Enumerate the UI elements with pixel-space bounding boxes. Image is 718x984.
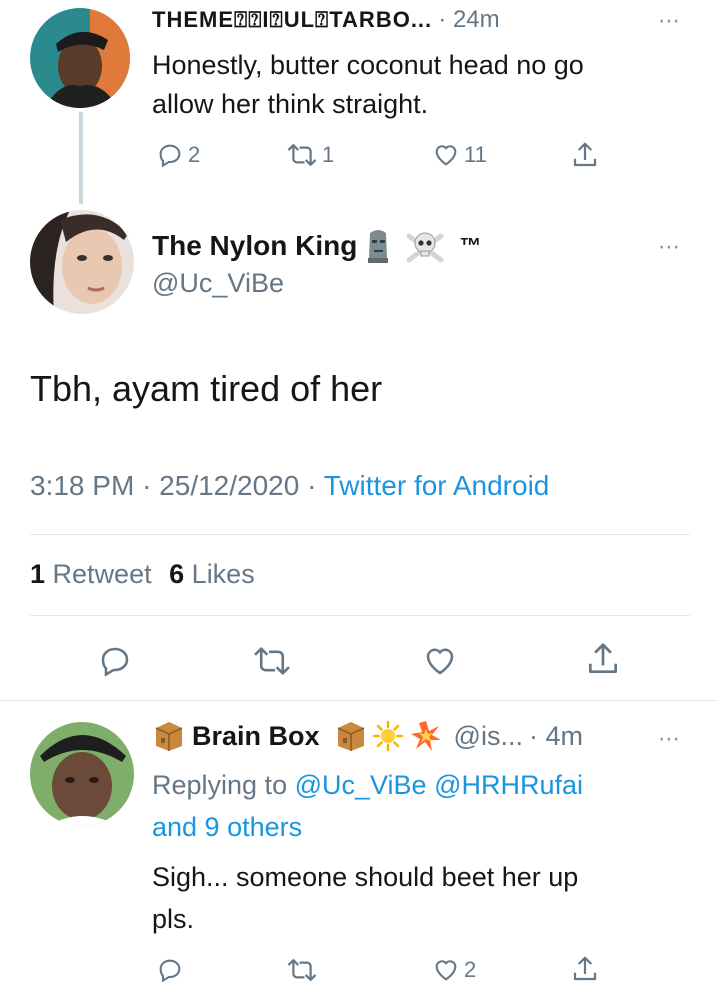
reply-reply-button[interactable] bbox=[156, 956, 184, 984]
retweet-stat[interactable]: 1 Retweet bbox=[30, 559, 159, 589]
collision-emoji-icon bbox=[410, 721, 441, 751]
tweet1-retweet-button[interactable]: 1 bbox=[286, 141, 334, 169]
main-date[interactable]: 25/12/2020 bbox=[159, 470, 299, 501]
like-stat[interactable]: 6 Likes bbox=[169, 559, 255, 589]
replying-others[interactable]: and 9 others bbox=[152, 806, 583, 848]
sun-emoji-icon bbox=[372, 720, 403, 752]
reply-like-count: 2 bbox=[464, 957, 477, 982]
reply-time[interactable]: · 4m bbox=[529, 721, 583, 752]
main-display-name[interactable]: The Nylon King bbox=[152, 230, 357, 262]
main-author-row: The Nylon King ™ bbox=[152, 228, 481, 264]
reply-more-icon[interactable]: ⋯ bbox=[658, 728, 681, 750]
retweet-label: Retweet bbox=[52, 559, 152, 589]
tweet1-reply-count: 2 bbox=[188, 142, 201, 167]
replying-users[interactable]: @Uc_ViBe @HRHRufai bbox=[295, 770, 583, 800]
main-stats: 1 Retweet 6 Likes bbox=[30, 559, 255, 590]
replying-to: Replying to @Uc_ViBe @HRHRufai and 9 oth… bbox=[152, 764, 583, 848]
like-count: 6 bbox=[169, 559, 185, 589]
main-like-button[interactable] bbox=[421, 643, 459, 679]
reply-text-line2: pls. bbox=[152, 904, 195, 934]
reply-icon bbox=[159, 959, 181, 983]
share-icon bbox=[588, 643, 618, 674]
reply-icon bbox=[159, 144, 181, 168]
main-reply-button[interactable] bbox=[97, 643, 133, 679]
reply-retweet-button[interactable] bbox=[286, 956, 318, 984]
retweet-icon bbox=[287, 144, 317, 166]
replying-prefix: Replying to bbox=[152, 770, 288, 800]
main-more-icon[interactable]: ⋯ bbox=[658, 236, 681, 258]
tweet1-reply-button[interactable]: 2 bbox=[156, 141, 200, 169]
divider bbox=[30, 534, 690, 535]
reply-text: Sigh... someone should beet her up pls. bbox=[152, 856, 578, 940]
tweet1-display-name[interactable]: THEME⍰⍰I⍰UL⍰TARBO... bbox=[152, 7, 432, 32]
skull-crossbones-emoji-icon bbox=[406, 232, 444, 263]
share-icon bbox=[573, 142, 597, 167]
package-emoji-icon bbox=[155, 722, 183, 751]
moai-emoji-icon bbox=[368, 230, 389, 263]
thread-line bbox=[79, 112, 83, 204]
heart-icon bbox=[435, 145, 457, 166]
reply-text-line1: Sigh... someone should beet her up bbox=[152, 862, 579, 892]
tweet1-header: THEME⍰⍰I⍰UL⍰TARBO... · 24m bbox=[152, 6, 500, 34]
avatar-tweet1[interactable] bbox=[30, 8, 130, 108]
reply-display-name[interactable]: Brain Box bbox=[192, 721, 320, 752]
main-text: Tbh, ayam tired of her bbox=[30, 368, 383, 409]
main-source[interactable]: Twitter for Android bbox=[324, 470, 550, 501]
main-time[interactable]: 3:18 PM bbox=[30, 470, 134, 501]
heart-icon bbox=[426, 648, 454, 675]
tweet1-like-count: 11 bbox=[464, 142, 487, 167]
retweet-count: 1 bbox=[30, 559, 46, 589]
like-label: Likes bbox=[191, 559, 255, 589]
retweet-icon bbox=[254, 647, 290, 675]
divider bbox=[0, 700, 718, 701]
main-retweet-button[interactable] bbox=[252, 644, 292, 678]
tweet1-like-button[interactable]: 11 bbox=[432, 141, 487, 169]
reply-handle[interactable]: @is... bbox=[454, 721, 523, 752]
reply-icon bbox=[101, 647, 129, 677]
retweet-icon bbox=[287, 959, 317, 981]
main-meta: 3:18 PM · 25/12/2020 · Twitter for Andro… bbox=[30, 470, 549, 502]
tweet1-text-line2: allow her think straight. bbox=[152, 89, 429, 119]
tweet1-retweet-count: 1 bbox=[322, 142, 335, 167]
tweet1-share-button[interactable] bbox=[570, 140, 600, 170]
divider bbox=[30, 615, 690, 616]
reply-header: Brain Box @is... · 4m bbox=[152, 720, 583, 752]
tweet1-more-icon[interactable]: ⋯ bbox=[658, 10, 681, 32]
meta-separator: · bbox=[142, 470, 152, 501]
tweet1-text-line1: Honestly, butter coconut head no go bbox=[152, 50, 584, 80]
avatar-main[interactable] bbox=[30, 210, 134, 314]
package-emoji-icon bbox=[337, 722, 364, 751]
heart-icon bbox=[435, 960, 457, 981]
avatar-reply[interactable] bbox=[30, 722, 134, 826]
main-handle[interactable]: @Uc_ViBe bbox=[152, 268, 284, 299]
main-name-suffix: ™ bbox=[459, 233, 482, 258]
tweet1-text: Honestly, butter coconut head no go allo… bbox=[152, 46, 584, 124]
meta-separator: · bbox=[307, 470, 317, 501]
tweet1-time[interactable]: · 24m bbox=[438, 6, 499, 33]
reply-share-button[interactable] bbox=[570, 954, 600, 984]
share-icon bbox=[573, 956, 597, 981]
main-share-button[interactable] bbox=[584, 640, 622, 678]
reply-like-button[interactable]: 2 bbox=[432, 956, 476, 984]
